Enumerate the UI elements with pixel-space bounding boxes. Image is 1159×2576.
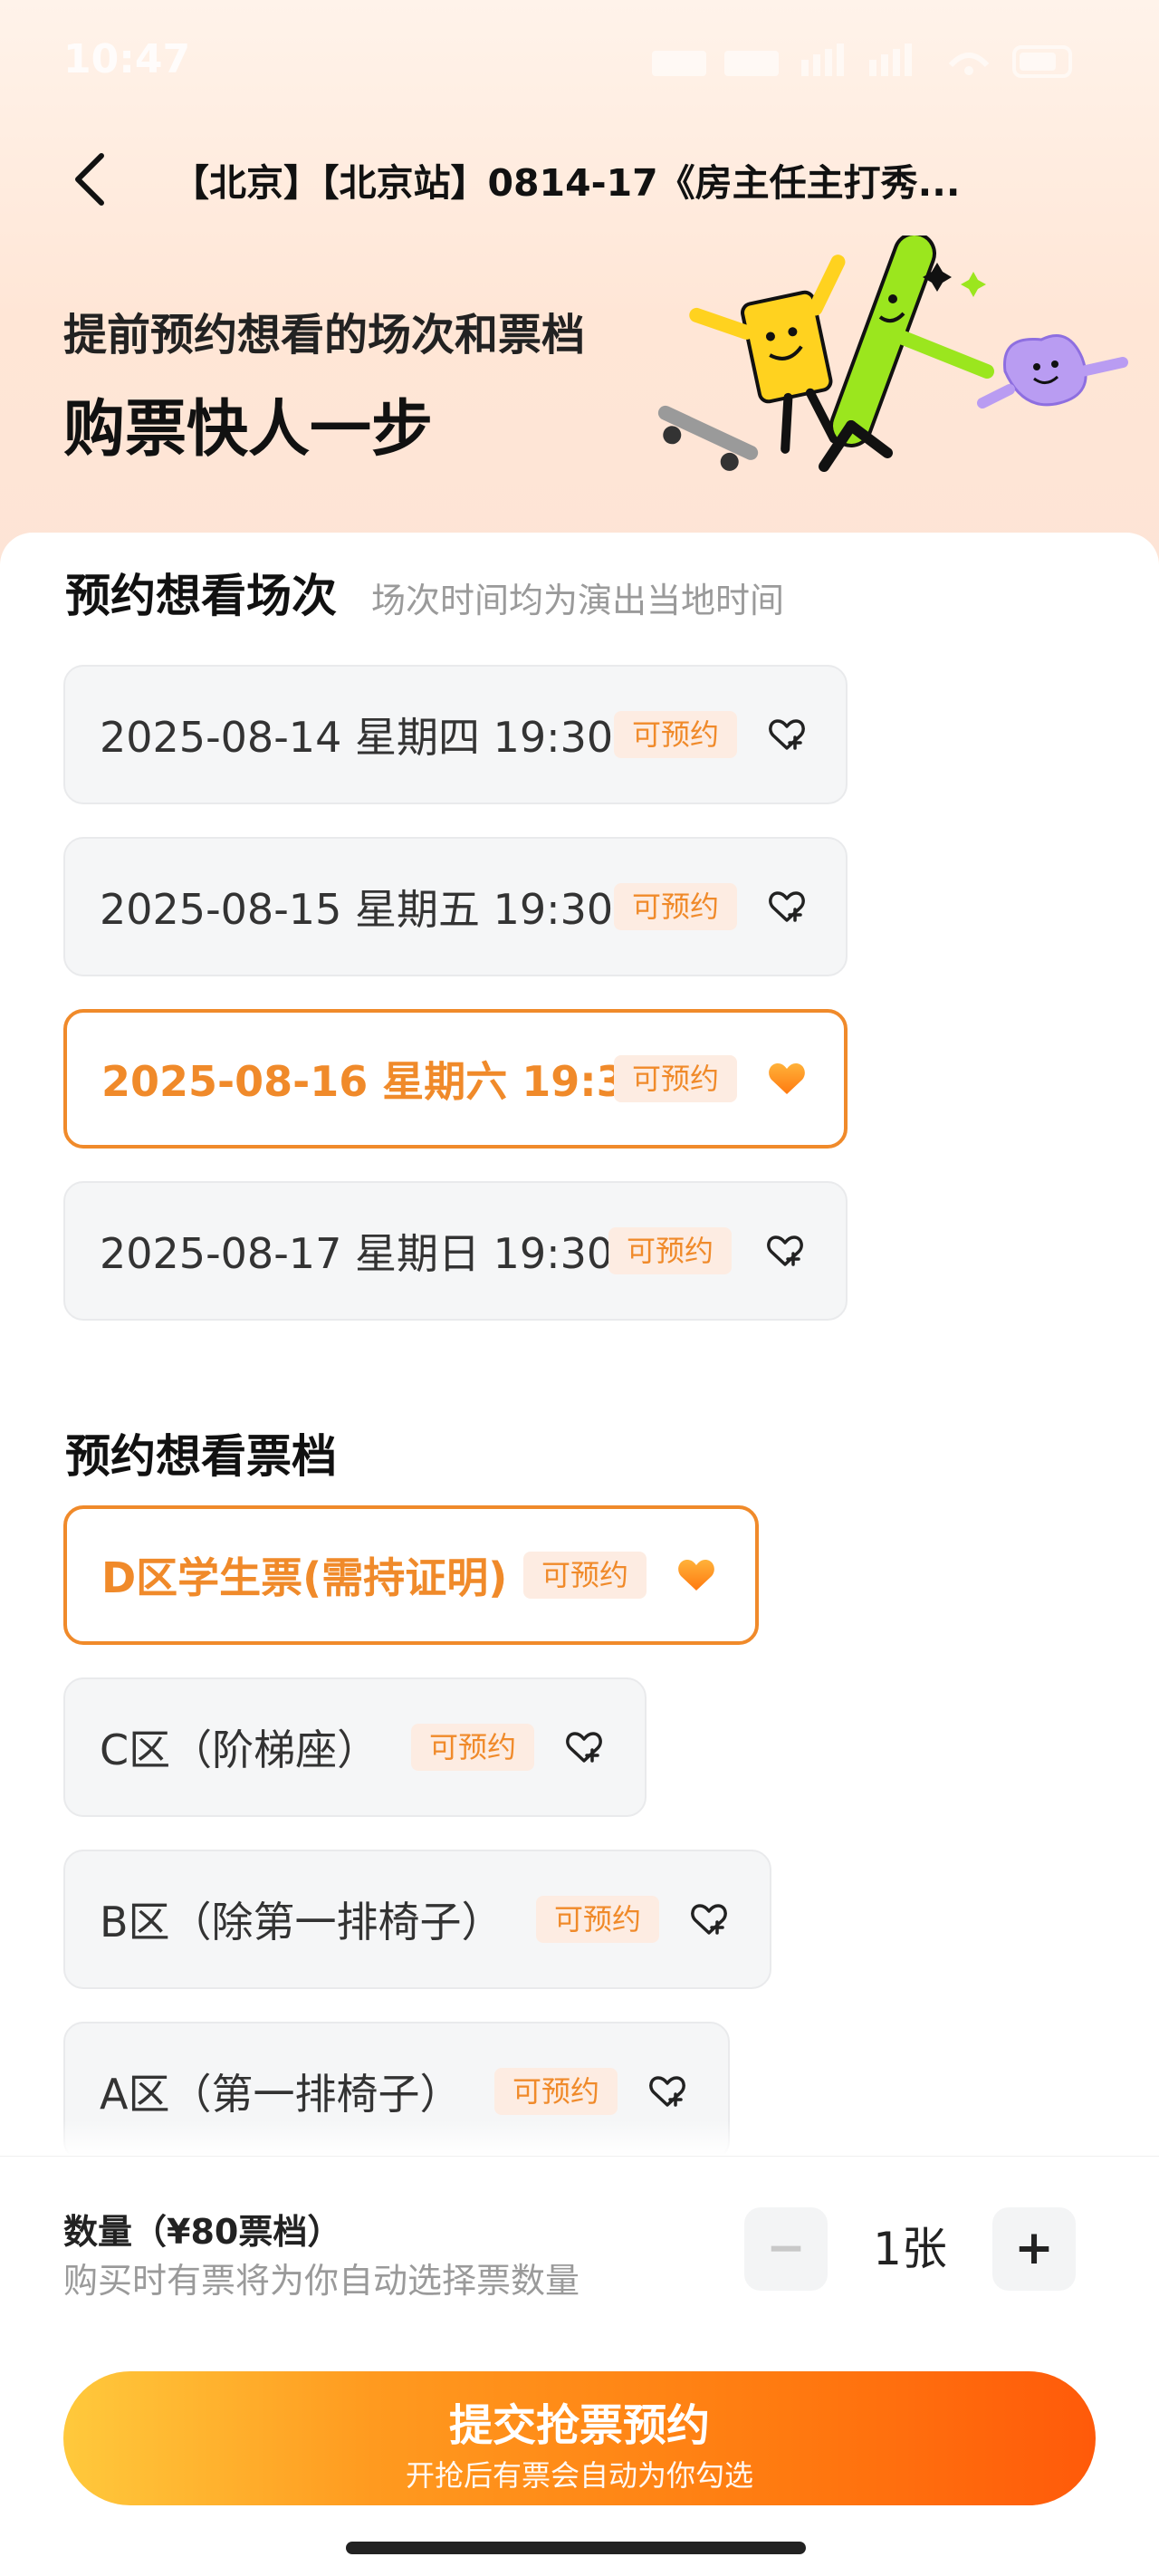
tier-option-selected[interactable]: D区学生票(需持证明) 可预约 [63, 1505, 759, 1645]
heart-plus-icon [649, 2076, 685, 2107]
heart-plus-icon [691, 1904, 727, 1935]
status-icons [652, 43, 1072, 78]
heart-filled-icon [769, 1063, 805, 1094]
heart-plus-icon [566, 1732, 602, 1763]
quantity-increase-button[interactable]: + [992, 2207, 1076, 2291]
heart-plus-icon [769, 719, 805, 750]
status-bar: 10:47 [0, 0, 1159, 118]
submit-reservation-button[interactable]: 提交抢票预约 开抢后有票会自动为你勾选 [63, 2371, 1096, 2505]
sessions-subtitle: 场次时间均为演出当地时间 [371, 581, 785, 620]
tier-label: B区（除第一排椅子） [100, 1898, 503, 1946]
available-badge: 可预约 [411, 1724, 535, 1771]
session-label: 2025-08-14 星期四 19:30 [100, 713, 614, 762]
tier-option[interactable]: C区（阶梯座） 可预约 [63, 1677, 647, 1817]
session-label: 2025-08-17 星期日 19:30 [100, 1229, 614, 1278]
sessions-title: 预约想看场次 [65, 570, 337, 622]
tier-label: C区（阶梯座） [100, 1725, 379, 1774]
available-badge: 可预约 [614, 711, 738, 758]
quantity-decrease-button[interactable]: − [744, 2207, 828, 2291]
hero-banner: 提前预约想看的场次和票档 购票快人一步 [63, 299, 585, 468]
tiers-title: 预约想看票档 [65, 1430, 337, 1483]
session-label: 2025-08-15 星期五 19:30 [100, 885, 614, 934]
home-indicator [346, 2542, 806, 2554]
submit-label: 提交抢票预约 [448, 2400, 710, 2451]
back-arrow-icon[interactable] [54, 143, 127, 216]
mascot-illustration [657, 235, 1128, 472]
quantity-title: 数量（¥80票档） [63, 2212, 342, 2252]
heart-plus-icon [769, 891, 805, 922]
page-title: 【北京】【北京站】0814-17《房主任主打秀... [172, 161, 961, 205]
available-badge: 可预约 [608, 1227, 733, 1274]
quantity-bar: 数量（¥80票档） 购买时有票将为你自动选择票数量 − 1张 + [0, 2156, 1159, 2338]
submit-sublabel: 开抢后有票会自动为你勾选 [405, 2458, 753, 2493]
quantity-hint: 购买时有票将为你自动选择票数量 [63, 2261, 580, 2301]
session-option-selected[interactable]: 2025-08-16 星期六 19:30 可预约 [63, 1009, 848, 1149]
tier-label: A区（第一排椅子） [100, 2070, 462, 2119]
tier-label: D区学生票(需持证明) [101, 1553, 508, 1602]
tier-option[interactable]: B区（除第一排椅子） 可预约 [63, 1850, 771, 1989]
nav-bar: 【北京】【北京站】0814-17《房主任主打秀... [0, 136, 1159, 226]
available-badge: 可预约 [523, 1552, 647, 1599]
scroll-fade [0, 2119, 1159, 2156]
session-option[interactable]: 2025-08-17 星期日 19:30 可预约 [63, 1181, 848, 1321]
session-label: 2025-08-16 星期六 19:30 [101, 1057, 655, 1106]
hero-subtitle: 提前预约想看的场次和票档 [63, 310, 586, 360]
available-badge: 可预约 [614, 1055, 738, 1102]
available-badge: 可预约 [536, 1896, 660, 1943]
quantity-value: 1张 [873, 2223, 947, 2275]
session-option[interactable]: 2025-08-14 星期四 19:30 可预约 [63, 665, 848, 804]
hero-title: 购票快人一步 [63, 394, 434, 466]
status-time: 10:47 [63, 36, 191, 82]
heart-filled-icon [678, 1560, 714, 1591]
available-badge: 可预约 [614, 883, 738, 930]
heart-plus-icon [767, 1235, 803, 1266]
available-badge: 可预约 [494, 2068, 618, 2115]
session-option[interactable]: 2025-08-15 星期五 19:30 可预约 [63, 837, 848, 976]
